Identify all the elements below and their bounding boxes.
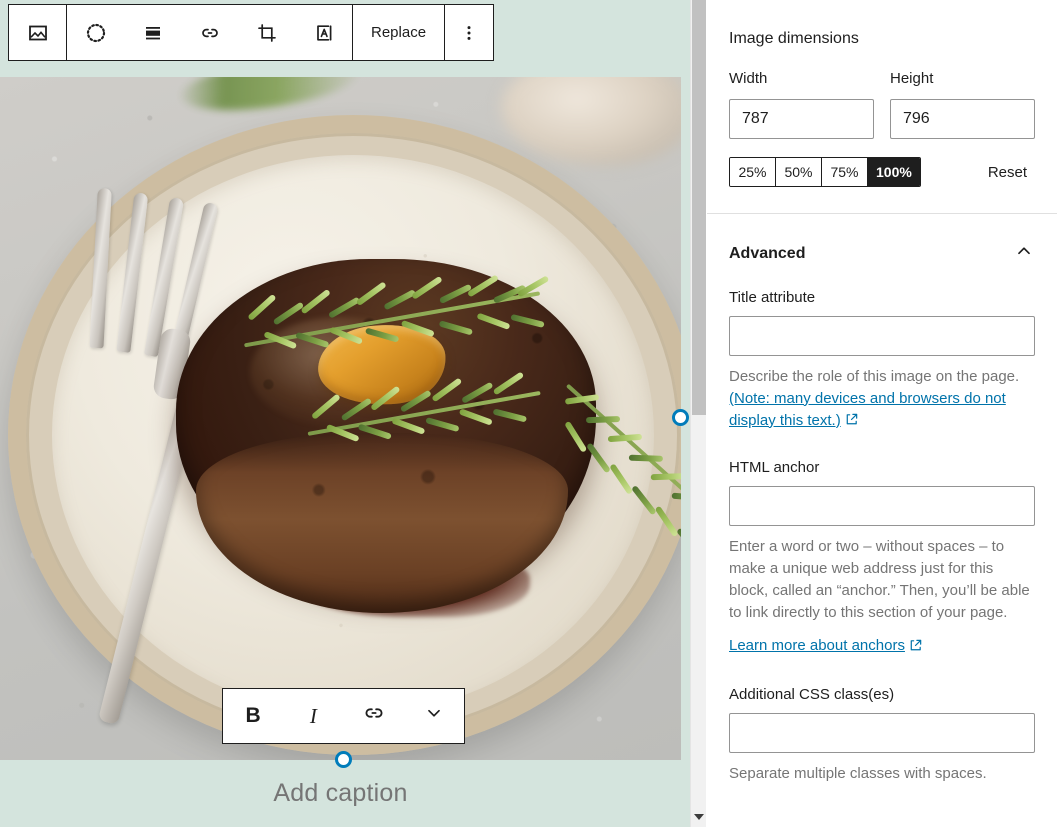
- steak-photo: [0, 77, 681, 760]
- reset-button[interactable]: Reset: [980, 160, 1035, 185]
- css-classes-help: Separate multiple classes with spaces.: [729, 765, 987, 783]
- image-dimensions-panel: Image dimensions Width Height 25% 50% 75…: [707, 0, 1057, 213]
- title-attribute-help: Describe the role of this image on the p…: [729, 366, 1035, 433]
- crop-icon: [255, 21, 279, 45]
- html-anchor-input[interactable]: [729, 486, 1035, 527]
- chevron-up-icon[interactable]: [1013, 240, 1035, 267]
- image-block[interactable]: [0, 77, 681, 760]
- more-vertical-icon: [457, 21, 481, 45]
- replace-button[interactable]: Replace: [353, 5, 444, 60]
- bold-button[interactable]: B: [223, 689, 283, 743]
- editor-root: Replace B I Add caption Image dimensions…: [0, 0, 1057, 827]
- external-link-icon[interactable]: [844, 412, 859, 434]
- more-options-button[interactable]: [445, 5, 493, 60]
- toolbar-group-more: [445, 5, 493, 60]
- toolbar-group-actions: [67, 5, 353, 60]
- css-classes-label: Additional CSS class(es): [729, 686, 895, 704]
- align-button[interactable]: [124, 5, 181, 60]
- advanced-panel-header[interactable]: Advanced: [729, 214, 1035, 289]
- learn-more-label: Learn more about anchors: [729, 637, 905, 655]
- html-anchor-help: Enter a word or two – without spaces – t…: [729, 538, 1030, 621]
- scale-button-group: 25% 50% 75% 100%: [729, 157, 921, 187]
- width-label: Width: [729, 70, 768, 87]
- css-classes-field-group: Additional CSS class(es) Separate multip…: [729, 686, 1035, 785]
- text-box-icon: [312, 21, 336, 45]
- learn-more-about-anchors-link[interactable]: Learn more about anchors: [729, 637, 905, 654]
- scale-button-50[interactable]: 50%: [776, 158, 822, 186]
- html-anchor-field-group: HTML anchor Enter a word or two – withou…: [729, 459, 1035, 658]
- external-link-icon[interactable]: [908, 638, 923, 658]
- link-icon: [198, 21, 222, 45]
- title-attribute-input[interactable]: [729, 316, 1035, 356]
- title-attribute-help-plain: Describe the role of this image on the p…: [729, 368, 1020, 385]
- advanced-panel: Advanced Title attribute Describe the ro…: [707, 214, 1057, 785]
- css-classes-input[interactable]: [729, 713, 1035, 754]
- link-button[interactable]: [181, 5, 238, 60]
- format-toolbar: B I: [222, 688, 465, 744]
- height-input[interactable]: [890, 99, 1035, 139]
- scale-button-25[interactable]: 25%: [730, 158, 776, 186]
- scroll-down-arrow-icon[interactable]: [691, 809, 707, 825]
- chevron-down-icon: [423, 702, 445, 730]
- scale-row: 25% 50% 75% 100% Reset: [729, 157, 1035, 187]
- settings-sidebar: Image dimensions Width Height 25% 50% 75…: [707, 0, 1057, 827]
- title-attribute-field-group: Title attribute Describe the role of thi…: [729, 289, 1035, 433]
- block-toolbar: Replace: [8, 4, 495, 61]
- align-full-icon: [141, 21, 165, 45]
- garlic-blur: [501, 77, 681, 165]
- html-anchor-label: HTML anchor: [729, 459, 820, 477]
- drag-handle-button[interactable]: [67, 5, 124, 60]
- advanced-title: Advanced: [729, 244, 806, 262]
- scale-button-100[interactable]: 100%: [868, 158, 920, 186]
- editor-canvas: Replace B I Add caption: [0, 0, 690, 827]
- toolbar-group-replace: Replace: [353, 5, 446, 60]
- width-field-group: Width: [729, 70, 874, 139]
- image-block-icon-button[interactable]: [9, 5, 66, 60]
- italic-button[interactable]: I: [283, 689, 343, 743]
- dimension-inputs-row: Width Height: [729, 70, 1035, 139]
- crop-button[interactable]: [238, 5, 295, 60]
- dotted-circle-icon: [84, 21, 108, 45]
- link-button-caption[interactable]: [344, 689, 404, 743]
- link-icon: [361, 700, 387, 732]
- image-icon: [26, 21, 50, 45]
- canvas-scrollbar[interactable]: [690, 0, 706, 827]
- width-input[interactable]: [729, 99, 874, 139]
- toolbar-group-block-type: [9, 5, 67, 60]
- height-label: Height: [890, 70, 934, 87]
- text-over-image-button[interactable]: [295, 5, 352, 60]
- more-formats-button[interactable]: [404, 689, 464, 743]
- title-attribute-help-link[interactable]: (Note: many devices and browsers do not …: [729, 390, 1006, 429]
- height-field-group: Height: [890, 70, 1035, 139]
- scrollbar-thumb[interactable]: [692, 0, 706, 415]
- resize-handle-right[interactable]: [672, 409, 689, 426]
- title-attribute-label: Title attribute: [729, 289, 816, 306]
- background-rosemary: [177, 77, 363, 120]
- resize-handle-bottom[interactable]: [335, 751, 352, 768]
- caption-input[interactable]: Add caption: [0, 760, 681, 827]
- image-dimensions-title: Image dimensions: [729, 30, 859, 47]
- scale-button-75[interactable]: 75%: [822, 158, 868, 186]
